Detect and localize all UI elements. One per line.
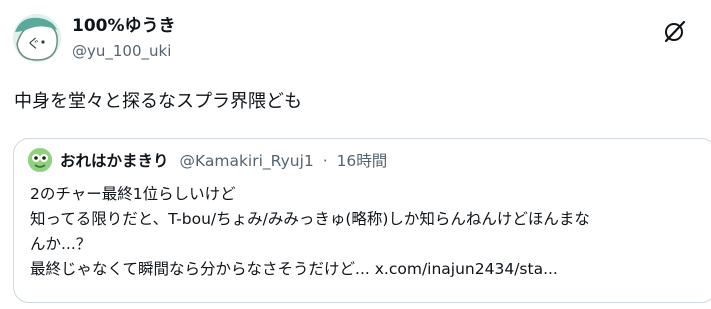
quoted-post-header: おれはかまきり @Kamakiri_Ryuj1 · 16時間 bbox=[60, 150, 387, 172]
quoted-text-line: 知ってる限りだと、T-bou/ちょみ/みみっきゅ(略称)しか知らんねんけどほんま… bbox=[30, 210, 590, 228]
author-block: 100%ゆうき @yu_100_uki bbox=[72, 15, 176, 62]
quoted-author-name[interactable]: おれはかまきり bbox=[60, 152, 169, 170]
meta-separator: · bbox=[322, 152, 328, 170]
quoted-text-line: 2のチャー最終1位らしいけど bbox=[30, 185, 236, 203]
grok-icon[interactable] bbox=[662, 18, 688, 44]
quoted-post-time[interactable]: 16時間 bbox=[337, 152, 388, 170]
author-handle[interactable]: @yu_100_uki bbox=[72, 40, 176, 62]
author-display-name[interactable]: 100%ゆうき bbox=[72, 15, 176, 37]
post-text: 中身を堂々と探るなスプラ界隈ども bbox=[14, 91, 302, 112]
quoted-text-line: 最終じゃなくて瞬間なら分からなさそうだけど... x.com/inajun243… bbox=[30, 260, 558, 278]
svg-text:ぐ: ぐ bbox=[27, 37, 40, 52]
quoted-author-handle[interactable]: @Kamakiri_Ryuj1 bbox=[179, 152, 313, 170]
quoted-author-avatar[interactable] bbox=[28, 148, 52, 172]
avatar[interactable]: ぐ bbox=[13, 14, 61, 62]
quoted-post-text: 2のチャー最終1位らしいけど 知ってる限りだと、T-bou/ちょみ/みみっきゅ(… bbox=[30, 182, 710, 282]
quoted-post-card[interactable]: おれはかまきり @Kamakiri_Ryuj1 · 16時間 2のチャー最終1位… bbox=[13, 138, 711, 303]
quoted-text-line: んか...？ bbox=[30, 235, 92, 253]
